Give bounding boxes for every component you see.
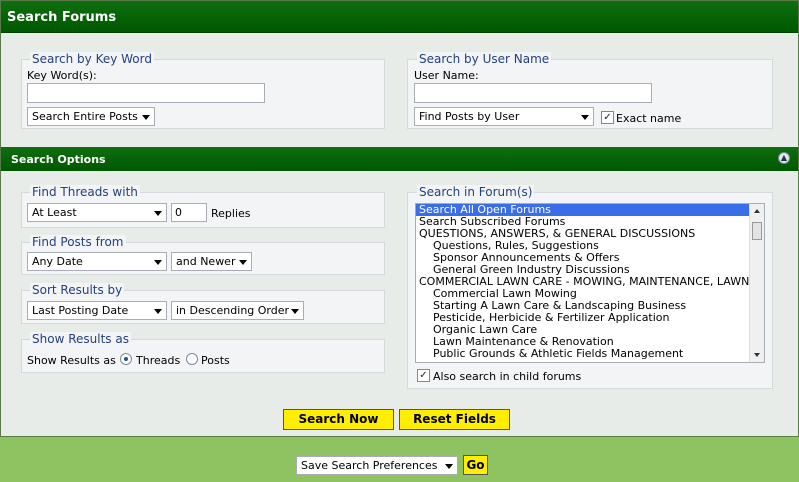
chevron-down-icon xyxy=(445,464,453,469)
search-options-title: Search Options xyxy=(11,153,106,166)
posts-direction-select[interactable]: and Newer xyxy=(171,252,252,271)
sort-field-select[interactable]: Last Posting Date xyxy=(27,301,167,320)
user-legend: Search by User Name xyxy=(417,52,552,66)
search-preferences-select[interactable]: Save Search Preferences xyxy=(296,456,458,475)
user-mode-value: Find Posts by User xyxy=(419,110,520,123)
posts-radio[interactable] xyxy=(186,353,198,365)
chevron-down-icon xyxy=(142,115,150,120)
listbox-scrollbar[interactable] xyxy=(749,204,764,362)
forums-listbox[interactable]: Search All Open Forums Search Subscribed… xyxy=(415,203,765,363)
scroll-thumb[interactable] xyxy=(752,222,762,240)
threads-radio-label: Threads xyxy=(136,354,181,367)
threads-radio[interactable] xyxy=(120,353,132,365)
keyword-legend: Search by Key Word xyxy=(30,52,154,66)
threads-qualifier-value: At Least xyxy=(32,206,77,219)
child-forums-checkbox[interactable]: ✓ xyxy=(417,369,430,382)
show-results-legend: Show Results as xyxy=(30,332,131,346)
exact-name-checkbox[interactable]: ✓ xyxy=(601,111,614,124)
chevron-down-icon xyxy=(291,309,299,314)
sort-legend: Sort Results by xyxy=(30,283,125,297)
page-title: Search Forums xyxy=(1,1,798,33)
chevron-down-icon xyxy=(581,115,589,120)
scroll-up-icon[interactable] xyxy=(754,209,760,213)
chevron-down-icon xyxy=(154,309,162,314)
replies-input[interactable]: 0 xyxy=(171,203,207,222)
threads-qualifier-select[interactable]: At Least xyxy=(27,203,167,222)
user-label: User Name: xyxy=(414,69,479,82)
go-button[interactable]: Go xyxy=(463,455,488,475)
scroll-down-icon[interactable] xyxy=(754,353,760,357)
chevron-down-icon xyxy=(154,260,162,265)
chevron-down-icon xyxy=(239,260,247,265)
keyword-scope-value: Search Entire Posts xyxy=(32,110,138,123)
child-forums-label: Also search in child forums xyxy=(433,370,582,383)
keyword-label: Key Word(s): xyxy=(27,69,97,82)
forums-legend: Search in Forum(s) xyxy=(417,185,535,199)
search-forums-frame: Search Forums Search by Key Word Key Wor… xyxy=(0,0,799,437)
search-preferences-value: Save Search Preferences xyxy=(301,459,438,472)
sort-field-value: Last Posting Date xyxy=(32,304,129,317)
show-results-label: Show Results as xyxy=(27,354,116,367)
reset-fields-button[interactable]: Reset Fields xyxy=(399,409,510,430)
replies-label: Replies xyxy=(211,207,251,220)
sort-order-select[interactable]: in Descending Order xyxy=(171,301,304,320)
posts-direction-value: and Newer xyxy=(176,255,236,268)
replies-value: 0 xyxy=(175,206,182,219)
collapse-up-icon[interactable]: ▲ xyxy=(778,152,790,164)
sort-order-value: in Descending Order xyxy=(176,304,290,317)
search-options-header[interactable]: Search Options ▲ xyxy=(1,147,798,171)
keyword-scope-select[interactable]: Search Entire Posts xyxy=(27,107,155,126)
list-item[interactable]: Public Grounds & Athletic Fields Managem… xyxy=(416,348,764,360)
chevron-down-icon xyxy=(154,211,162,216)
keyword-input[interactable] xyxy=(27,83,265,103)
exact-name-label: Exact name xyxy=(616,112,682,125)
posts-radio-label: Posts xyxy=(201,354,230,367)
user-name-input[interactable] xyxy=(414,83,652,103)
posts-date-value: Any Date xyxy=(32,255,83,268)
search-now-button[interactable]: Search Now xyxy=(283,409,394,430)
posts-from-legend: Find Posts from xyxy=(30,235,126,249)
threads-legend: Find Threads with xyxy=(30,185,140,199)
posts-date-select[interactable]: Any Date xyxy=(27,252,167,271)
user-mode-select[interactable]: Find Posts by User xyxy=(414,107,594,126)
